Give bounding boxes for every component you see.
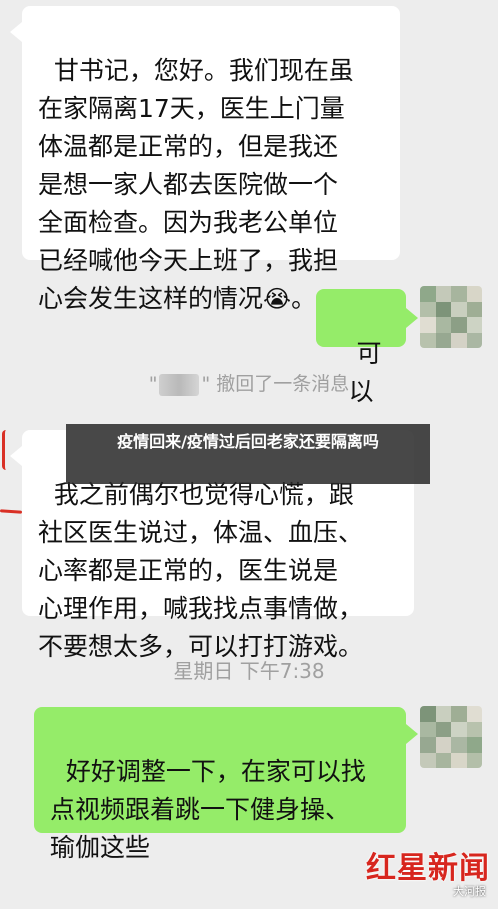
avatar-mosaic (420, 286, 482, 348)
mosaic-tile (420, 301, 436, 317)
mosaic-tile (466, 737, 482, 753)
recall-text: 撤回了一条消息 (216, 373, 350, 395)
mosaic-tile (420, 721, 436, 737)
mosaic-tile (435, 332, 451, 348)
timestamp: 星期日 下午7:38 (173, 659, 325, 683)
red-annotation-mark (0, 509, 23, 514)
mosaic-tile (420, 286, 436, 302)
news-logo-watermark: 红星新闻 大河报 (366, 843, 490, 898)
mosaic-tile (466, 721, 482, 737)
message-text-end: 。 (291, 284, 317, 313)
mosaic-tile (451, 317, 467, 333)
crying-emoji-icon: 😭 (263, 285, 292, 313)
mosaic-tile (420, 737, 436, 753)
mosaic-tile (466, 286, 482, 302)
quote-open: " (148, 373, 158, 395)
mosaic-tile (466, 317, 482, 333)
mosaic-tile (420, 752, 436, 768)
mosaic-tile (451, 332, 467, 348)
message-text: 好好调整一下，在家可以找 点视频跟着跳一下健身操、 瑜伽这些 (50, 757, 366, 862)
message-bubble-outgoing[interactable]: 可以 (316, 289, 406, 406)
logo-subtext: 大河报 (453, 885, 486, 898)
mosaic-tile (451, 286, 467, 302)
mosaic-tile (435, 752, 451, 768)
mosaic-tile (466, 301, 482, 317)
mosaic-tile (420, 706, 436, 722)
mosaic-tile (435, 301, 451, 317)
mosaic-tile (466, 752, 482, 768)
mosaic-tile (451, 752, 467, 768)
mosaic-tile (420, 332, 436, 348)
logo-text: 红星新闻 (366, 851, 490, 886)
red-annotation-mark (2, 430, 11, 470)
message-bubble-incoming[interactable]: 甘书记，您好。我们现在虽 在家隔离17天，医生上门量 体温都是正常的，但是我还 … (22, 6, 400, 313)
recall-notice: " " 撤回了一条消息 (0, 369, 498, 396)
quote-close: " (201, 373, 211, 395)
mosaic-tile (435, 737, 451, 753)
bubble-tail (10, 22, 22, 42)
message-text: 甘书记，您好。我们现在虽 在家隔离17天，医生上门量 体温都是正常的，但是我还 … (38, 56, 354, 313)
mosaic-tile (466, 706, 482, 722)
mosaic-tile (435, 317, 451, 333)
user-avatar[interactable] (420, 286, 482, 348)
mosaic-tile (435, 721, 451, 737)
headline-banner: 疫情回来/疫情过后回老家还要隔离吗 (66, 424, 430, 484)
mosaic-tile (451, 737, 467, 753)
blurred-username (159, 373, 200, 396)
message-bubble-outgoing[interactable]: 好好调整一下，在家可以找 点视频跟着跳一下健身操、 瑜伽这些 (34, 707, 406, 862)
mosaic-tile (451, 301, 467, 317)
mosaic-tile (435, 286, 451, 302)
mosaic-tile (420, 317, 436, 333)
user-avatar[interactable] (420, 706, 482, 768)
mosaic-tile (451, 721, 467, 737)
mosaic-tile (466, 332, 482, 348)
mosaic-tile (435, 706, 451, 722)
mosaic-tile (451, 706, 467, 722)
bubble-tail (406, 308, 418, 328)
avatar-mosaic (420, 706, 482, 768)
message-text: 我之前偶尔也觉得心慌，跟 社区医生说过，体温、血压、 心率都是正常的，医生说是 … (38, 480, 364, 661)
bubble-tail (10, 446, 22, 466)
bubble-tail (406, 724, 418, 744)
